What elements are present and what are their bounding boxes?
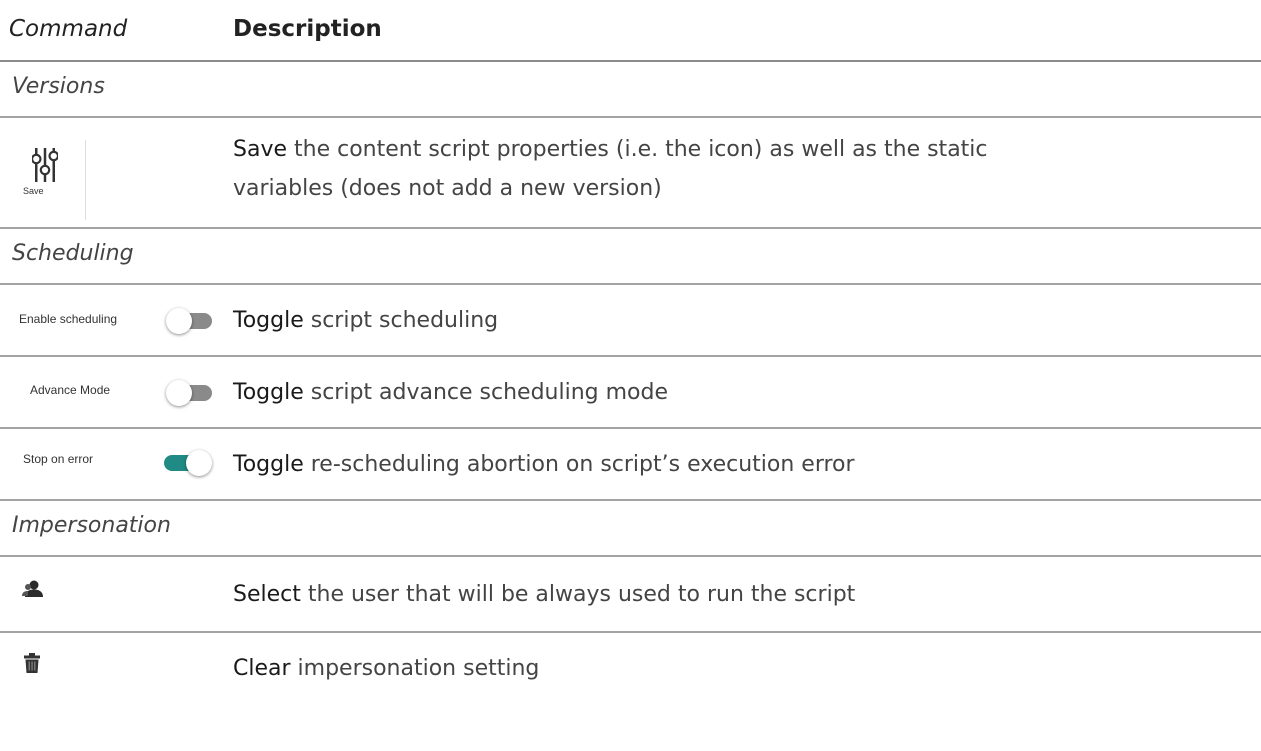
stop-on-error-toggle[interactable] (160, 449, 212, 477)
command-verb: Toggle (233, 452, 304, 477)
command-cell: Save (0, 118, 230, 227)
command-cell: Enable scheduling (0, 285, 230, 355)
command-verb: Toggle (233, 308, 304, 333)
toggle-knob (186, 450, 212, 476)
command-verb: Save (233, 137, 288, 162)
toolbar-divider (85, 140, 86, 220)
command-column-header: Command (9, 16, 128, 42)
command-verb: Toggle (233, 380, 304, 405)
save-button[interactable]: Save (20, 140, 86, 220)
command-cell (0, 633, 230, 705)
table-header: Command Description (0, 0, 1261, 62)
commands-table: Command Description Versions Save Save t… (0, 0, 1261, 705)
table-row-clear: Clear impersonation setting (0, 633, 1261, 705)
enable-scheduling-label: Enable scheduling (19, 312, 118, 326)
description-text: impersonation setting (290, 656, 540, 681)
section-label: Impersonation (12, 513, 171, 538)
description-cell: Toggle script scheduling (233, 301, 498, 340)
toggle-knob (166, 380, 192, 406)
section-label: Versions (12, 74, 105, 99)
description-cell: Save the content script properties (i.e.… (233, 130, 988, 208)
description-text: script scheduling (303, 308, 499, 333)
trash-icon[interactable] (24, 653, 40, 673)
description-cell: Toggle re-scheduling abortion on script’… (233, 445, 855, 484)
section-label: Scheduling (12, 241, 134, 266)
description-text: the content script properties (i.e. the … (287, 137, 988, 162)
table-row-select-user: Select the user that will be always used… (0, 557, 1261, 633)
description-text: script advance scheduling mode (303, 380, 669, 405)
toggle-knob (166, 308, 192, 334)
advance-mode-label: Advance Mode (30, 383, 111, 397)
table-row-save: Save Save the content script properties … (0, 118, 1261, 229)
command-cell: Stop on error (0, 429, 230, 499)
command-cell (0, 557, 230, 631)
command-cell: Advance Mode (0, 357, 230, 427)
save-button-label: Save (23, 186, 44, 196)
description-line: Save the content script properties (i.e.… (233, 130, 988, 169)
section-impersonation: Impersonation (0, 501, 1261, 557)
description-column-header: Description (233, 16, 382, 42)
sliders-icon (32, 148, 58, 182)
command-verb: Clear (233, 656, 291, 681)
table-row-enable-scheduling: Enable scheduling Toggle script scheduli… (0, 285, 1261, 357)
enable-scheduling-toggle[interactable] (166, 307, 216, 335)
advance-mode-toggle[interactable] (166, 379, 216, 407)
description-text: re-scheduling abortion on script’s execu… (303, 452, 855, 477)
table-row-stop-on-error: Stop on error Toggle re-scheduling abort… (0, 429, 1261, 501)
section-scheduling: Scheduling (0, 229, 1261, 285)
description-cell: Clear impersonation setting (233, 649, 539, 688)
section-versions: Versions (0, 62, 1261, 118)
description-cell: Select the user that will be always used… (233, 575, 855, 614)
user-select-icon[interactable] (22, 579, 44, 599)
description-line: variables (does not add a new version) (233, 176, 662, 201)
description-text: the user that will be always used to run… (300, 582, 856, 607)
table-row-advance-mode: Advance Mode Toggle script advance sched… (0, 357, 1261, 429)
stop-on-error-label: Stop on error (23, 452, 94, 466)
command-verb: Select (233, 582, 301, 607)
description-cell: Toggle script advance scheduling mode (233, 373, 668, 412)
